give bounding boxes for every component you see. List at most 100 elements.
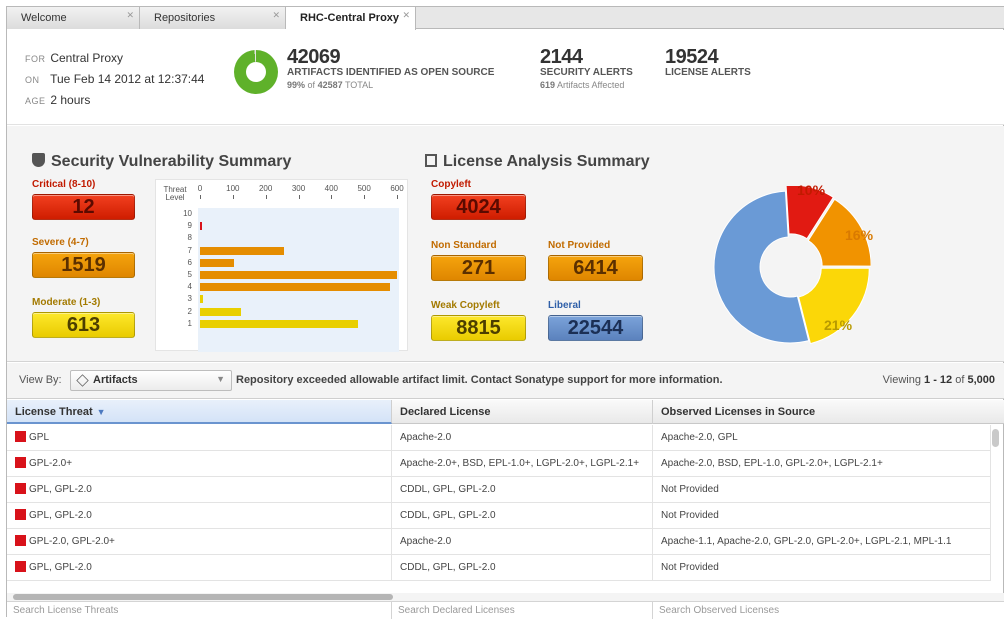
threat-level-bar[interactable]	[200, 246, 284, 255]
tab-rhc-central-proxy[interactable]: RHC-Central Proxy ✕	[286, 7, 416, 30]
threat-level-bar[interactable]	[200, 307, 242, 316]
table-row[interactable]: GPL-2.0+ Apache-2.0+, BSD, EPL-1.0+, LGPL…	[7, 451, 991, 477]
critical-label: Critical (8-10)	[32, 179, 96, 190]
critical-count-box[interactable]: 12	[32, 194, 135, 220]
pie-label-copyleft: 10%	[797, 182, 826, 198]
observed-licenses-cell: Not Provided	[653, 477, 991, 503]
column-label: License Threat	[15, 406, 93, 418]
threat-cell: GPL	[7, 425, 392, 451]
table-row[interactable]: GPL, GPL-2.0 CDDL, GPL, GPL-2.0 Not Provid…	[7, 555, 991, 581]
license-summary-title-text: License Analysis Summary	[443, 153, 650, 170]
app-window: Welcome ✕ Repositories ✕ RHC-Central Pro…	[6, 6, 1004, 619]
tab-welcome[interactable]: Welcome ✕	[7, 7, 140, 29]
table-row[interactable]: GPL Apache-2.0 Apache-2.0, GPL	[7, 425, 991, 451]
pie-label-non-standard: 16%	[845, 227, 874, 243]
cell-text: Apache-2.0, BSD, EPL-1.0, GPL-2.0+, LGPL…	[661, 458, 883, 469]
not-provided-count-box[interactable]: 6414	[548, 255, 643, 281]
limit-warning-message: Repository exceeded allowable artifact l…	[236, 374, 723, 386]
search-observed-licenses-input[interactable]: Search Observed Licenses	[653, 602, 1004, 619]
search-license-threats-input[interactable]: Search License Threats	[7, 602, 392, 619]
column-observed-licenses[interactable]: Observed Licenses in Source	[653, 400, 1004, 424]
threat-severity-icon	[15, 483, 26, 494]
severe-count-box[interactable]: 1519	[32, 252, 135, 278]
cell-text: Apache-2.0	[400, 432, 452, 443]
y-tick-label: 9	[187, 221, 192, 231]
non-standard-count-box[interactable]: 271	[431, 255, 526, 281]
artifacts-total-label: TOTAL	[344, 80, 374, 90]
affected-label: Artifacts Affected	[557, 80, 625, 90]
close-icon[interactable]: ✕	[402, 4, 410, 26]
chart-plot-area	[198, 208, 399, 352]
copyleft-label: Copyleft	[431, 179, 471, 190]
moderate-count-box[interactable]: 613	[32, 312, 135, 338]
cell-text: Apache-2.0	[400, 536, 452, 547]
x-tick-label: 600	[387, 184, 407, 199]
threat-severity-icon	[15, 535, 26, 546]
declared-license-cell: CDDL, GPL, GPL-2.0	[392, 555, 653, 581]
weak-copyleft-count-box[interactable]: 8815	[431, 315, 526, 341]
table-row[interactable]: GPL, GPL-2.0 CDDL, GPL, GPL-2.0 Not Provid…	[7, 477, 991, 503]
security-alerts-stat: 2144 SECURITY ALERTS 619 Artifacts Affec…	[540, 47, 633, 91]
license-summary-title: License Analysis Summary	[425, 153, 650, 171]
y-tick-label: 8	[187, 233, 192, 243]
column-license-threat[interactable]: License Threat ▼	[7, 400, 392, 424]
close-icon[interactable]: ✕	[272, 4, 280, 26]
threat-level-bar[interactable]	[200, 222, 202, 231]
cell-text: Apache-1.1, Apache-2.0, GPL-2.0, GPL-2.0…	[661, 536, 952, 547]
not-provided-label: Not Provided	[548, 240, 611, 251]
view-by-select[interactable]: Artifacts ▼	[70, 370, 232, 391]
column-declared-license[interactable]: Declared License	[392, 400, 653, 424]
threat-level-bar[interactable]	[200, 319, 358, 328]
report-meta: FOR Central Proxy ON Tue Feb 14 2012 at …	[25, 48, 204, 111]
observed-licenses-cell: Apache-1.1, Apache-2.0, GPL-2.0, GPL-2.0…	[653, 529, 991, 555]
cell-text: GPL	[29, 432, 50, 443]
cell-text: GPL-2.0, GPL-2.0+	[29, 536, 115, 547]
tab-label: Welcome	[21, 12, 67, 24]
observed-licenses-cell: Not Provided	[653, 503, 991, 529]
tab-bar: Welcome ✕ Repositories ✕ RHC-Central Pro…	[7, 7, 1004, 30]
copyleft-count-box[interactable]: 4024	[431, 194, 526, 220]
threat-severity-icon	[15, 509, 26, 520]
vertical-scrollbar[interactable]	[992, 429, 999, 447]
document-icon	[425, 154, 437, 167]
cell-text: CDDL, GPL, GPL-2.0	[400, 562, 496, 573]
artifacts-label: ARTIFACTS IDENTIFIED AS OPEN SOURCE	[287, 67, 495, 78]
x-tick-label: 500	[354, 184, 374, 199]
threat-level-bar[interactable]	[200, 283, 391, 292]
cell-text: GPL, GPL-2.0	[29, 510, 92, 521]
artifacts-count: 42069	[287, 46, 341, 68]
viewing-of: of	[955, 374, 965, 386]
threat-level-bar[interactable]	[200, 295, 203, 304]
column-label: Observed Licenses in Source	[661, 406, 816, 418]
tab-label: RHC-Central Proxy	[300, 12, 400, 24]
threat-cell: GPL-2.0+	[7, 451, 392, 477]
x-tick-label: 200	[256, 184, 276, 199]
tab-label: Repositories	[154, 12, 216, 24]
close-icon[interactable]: ✕	[126, 4, 134, 26]
threat-level-bar[interactable]	[200, 258, 235, 267]
viewing-total: 5,000	[967, 374, 995, 386]
table-header: License Threat ▼ Declared License Observe…	[7, 400, 1004, 424]
y-tick-label: 5	[187, 270, 192, 279]
security-summary-title: Security Vulnerability Summary	[32, 153, 291, 171]
liberal-count-box[interactable]: 22544	[548, 315, 643, 341]
viewing-range: 1 - 12	[924, 374, 953, 386]
sort-down-icon[interactable]: ▼	[97, 407, 106, 417]
table-row[interactable]: GPL-2.0, GPL-2.0+ Apache-2.0 Apache-1.1, A…	[7, 529, 991, 555]
y-tick-label: 1	[187, 318, 192, 328]
cell-text: GPL, GPL-2.0	[29, 484, 92, 495]
security-alerts-label: SECURITY ALERTS	[540, 67, 633, 78]
moderate-label: Moderate (1-3)	[32, 297, 101, 308]
search-declared-licenses-input[interactable]: Search Declared Licenses	[392, 602, 653, 619]
chevron-down-icon[interactable]: ▼	[216, 374, 225, 384]
threat-level-bar[interactable]	[200, 271, 397, 279]
on-value: Tue Feb 14 2012 at 12:37:44	[50, 72, 205, 86]
liberal-label: Liberal	[548, 300, 581, 311]
table-row[interactable]: GPL, GPL-2.0 CDDL, GPL, GPL-2.0 Not Provid…	[7, 503, 991, 529]
horizontal-scrollbar[interactable]	[13, 594, 393, 600]
threat-cell: GPL, GPL-2.0	[7, 477, 392, 503]
affected-count: 619	[540, 80, 556, 90]
cell-text: GPL, GPL-2.0	[29, 562, 92, 573]
tab-repositories[interactable]: Repositories ✕	[140, 7, 286, 29]
threat-severity-icon	[15, 431, 26, 442]
